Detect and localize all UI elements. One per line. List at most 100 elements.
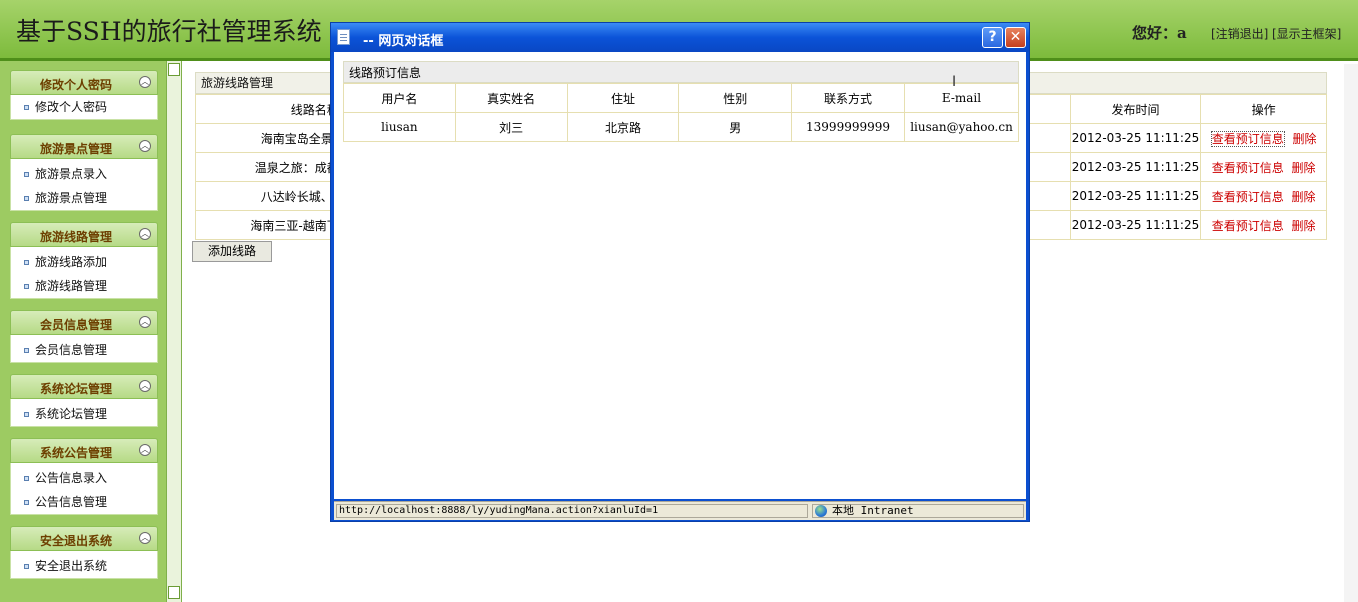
menu-head[interactable]: 系统论坛管理 ︿ — [10, 374, 158, 399]
chevron-up-icon[interactable]: ︿ — [139, 532, 151, 544]
bullet-icon — [24, 500, 29, 505]
bullet-icon — [24, 260, 29, 265]
chevron-up-icon[interactable]: ︿ — [139, 140, 151, 152]
greeting-text: 您好：a — [1132, 24, 1187, 42]
menu-group-logout: 安全退出系统 ︿ 安全退出系统 — [10, 526, 158, 579]
bullet-icon — [24, 172, 29, 177]
sidebar-scroll-icon[interactable] — [168, 586, 180, 599]
sidebar-item-change-password[interactable]: 修改个人密码 — [11, 95, 157, 119]
menu-head[interactable]: 修改个人密码 ︿ — [10, 70, 158, 95]
column-header: 性别 — [678, 83, 793, 113]
booking-panel: 线路预订信息 用户名 真实姓名 住址 性别 联系方式 E-mail liusan… — [343, 61, 1020, 142]
menu-head-label: 系统公告管理 — [39, 446, 112, 460]
delete-link[interactable]: 删除 — [1291, 219, 1315, 233]
gender-cell: 男 — [678, 112, 793, 142]
dialog-titlebar[interactable]: -- 网页对话框 ? ✕ — [331, 23, 1029, 52]
globe-icon — [815, 505, 827, 517]
chevron-up-icon[interactable]: ︿ — [139, 316, 151, 328]
table-row: liusan 刘三 北京路 男 13999999999 liusan@yahoo… — [343, 112, 1020, 142]
column-header: 用户名 — [343, 83, 456, 113]
status-url: http://localhost:8888/ly/yudingMana.acti… — [336, 504, 808, 518]
sidebar-item-forum-manage[interactable]: 系统论坛管理 — [11, 402, 157, 426]
booking-dialog: -- 网页对话框 ? ✕ 线路预订信息 用户名 真实姓名 住址 性别 联系方式 … — [330, 22, 1030, 522]
bullet-icon — [24, 284, 29, 289]
view-booking-link[interactable]: 查看预订信息 — [1212, 190, 1284, 204]
booking-table: 用户名 真实姓名 住址 性别 联系方式 E-mail liusan 刘三 北京路… — [343, 83, 1020, 142]
menu-head-label: 系统论坛管理 — [39, 382, 112, 396]
realname-cell: 刘三 — [454, 112, 568, 142]
column-header: 真实姓名 — [454, 83, 568, 113]
sidebar-item-route-add[interactable]: 旅游线路添加 — [11, 250, 157, 274]
booking-panel-title: 线路预订信息 — [343, 61, 1019, 83]
bullet-icon — [24, 564, 29, 569]
view-booking-link[interactable]: 查看预订信息 — [1212, 161, 1284, 175]
chevron-up-icon[interactable]: ︿ — [139, 228, 151, 240]
menu-head-label: 旅游景点管理 — [39, 142, 112, 156]
publish-time: 2012-03-25 11:11:25 — [1069, 152, 1202, 182]
column-header: E-mail — [903, 83, 1020, 113]
sidebar-item-member-manage[interactable]: 会员信息管理 — [11, 338, 157, 362]
menu-group-forum: 系统论坛管理 ︿ 系统论坛管理 — [10, 374, 158, 427]
app-title: 基于SSH的旅行社管理系统 — [16, 17, 322, 46]
email-cell: liusan@yahoo.cn — [903, 112, 1020, 142]
menu-head[interactable]: 安全退出系统 ︿ — [10, 526, 158, 551]
table-header-row: 用户名 真实姓名 住址 性别 联系方式 E-mail — [343, 83, 1020, 113]
menu-head[interactable]: 旅游景点管理 ︿ — [10, 134, 158, 159]
username-cell: liusan — [343, 112, 456, 142]
zone-label: 本地 Intranet — [832, 504, 914, 517]
column-header: 操作 — [1200, 94, 1327, 124]
sidebar-item-attraction-add[interactable]: 旅游景点录入 — [11, 162, 157, 186]
menu-group-members: 会员信息管理 ︿ 会员信息管理 — [10, 310, 158, 363]
menu-head[interactable]: 旅游线路管理 ︿ — [10, 222, 158, 247]
help-button[interactable]: ? — [982, 27, 1003, 48]
chevron-up-icon[interactable]: ︿ — [139, 444, 151, 456]
page-scrollbar[interactable] — [1344, 64, 1358, 602]
menu-head[interactable]: 会员信息管理 ︿ — [10, 310, 158, 335]
add-route-button[interactable]: 添加线路 — [192, 241, 272, 262]
menu-head-label: 旅游线路管理 — [39, 230, 112, 244]
bullet-icon — [24, 476, 29, 481]
menu-group-attractions: 旅游景点管理 ︿ 旅游景点录入 旅游景点管理 — [10, 134, 158, 211]
bullet-icon — [24, 348, 29, 353]
column-header: 住址 — [566, 83, 680, 113]
publish-time: 2012-03-25 11:11:25 — [1069, 181, 1202, 211]
menu-group-password: 修改个人密码 ︿ 修改个人密码 — [10, 70, 158, 120]
view-booking-link[interactable]: 查看预订信息 — [1210, 130, 1285, 147]
delete-link[interactable]: 删除 — [1292, 132, 1316, 146]
menu-head-label: 安全退出系统 — [39, 534, 112, 548]
chevron-up-icon[interactable]: ︿ — [139, 76, 151, 88]
sidebar-toggle-bar[interactable] — [166, 61, 182, 602]
menu-head-label: 修改个人密码 — [39, 78, 112, 92]
document-icon — [337, 29, 350, 45]
publish-time: 2012-03-25 11:11:25 — [1069, 123, 1202, 153]
menu-head-label: 会员信息管理 — [39, 318, 112, 332]
security-zone: 本地 Intranet — [812, 504, 1024, 518]
logout-link[interactable]: [注销退出] — [1211, 25, 1268, 42]
publish-time: 2012-03-25 11:11:25 — [1069, 210, 1202, 240]
text-cursor-icon: I — [952, 74, 957, 90]
phone-cell: 13999999999 — [791, 112, 905, 142]
show-frame-link[interactable]: [显示主框架] — [1272, 25, 1341, 42]
menu-group-routes: 旅游线路管理 ︿ 旅游线路添加 旅游线路管理 — [10, 222, 158, 299]
address-cell: 北京路 — [566, 112, 680, 142]
sidebar-item-attraction-manage[interactable]: 旅游景点管理 — [11, 186, 157, 210]
close-button[interactable]: ✕ — [1005, 27, 1026, 48]
delete-link[interactable]: 删除 — [1291, 190, 1315, 204]
column-header: 联系方式 — [791, 83, 905, 113]
sidebar-collapse-icon[interactable] — [168, 63, 180, 76]
view-booking-link[interactable]: 查看预订信息 — [1212, 219, 1284, 233]
menu-group-notices: 系统公告管理 ︿ 公告信息录入 公告信息管理 — [10, 438, 158, 515]
sidebar-item-safe-logout[interactable]: 安全退出系统 — [11, 554, 157, 578]
sidebar-item-notice-add[interactable]: 公告信息录入 — [11, 466, 157, 490]
dialog-status-bar: http://localhost:8888/ly/yudingMana.acti… — [334, 501, 1026, 520]
delete-link[interactable]: 删除 — [1291, 161, 1315, 175]
dialog-title: -- 网页对话框 — [363, 34, 444, 49]
dialog-content: 线路预订信息 用户名 真实姓名 住址 性别 联系方式 E-mail liusan… — [334, 52, 1026, 499]
menu-head[interactable]: 系统公告管理 ︿ — [10, 438, 158, 463]
chevron-up-icon[interactable]: ︿ — [139, 380, 151, 392]
column-header: 发布时间 — [1069, 94, 1202, 124]
bullet-icon — [24, 412, 29, 417]
bullet-icon — [24, 196, 29, 201]
sidebar-item-notice-manage[interactable]: 公告信息管理 — [11, 490, 157, 514]
sidebar-item-route-manage[interactable]: 旅游线路管理 — [11, 274, 157, 298]
